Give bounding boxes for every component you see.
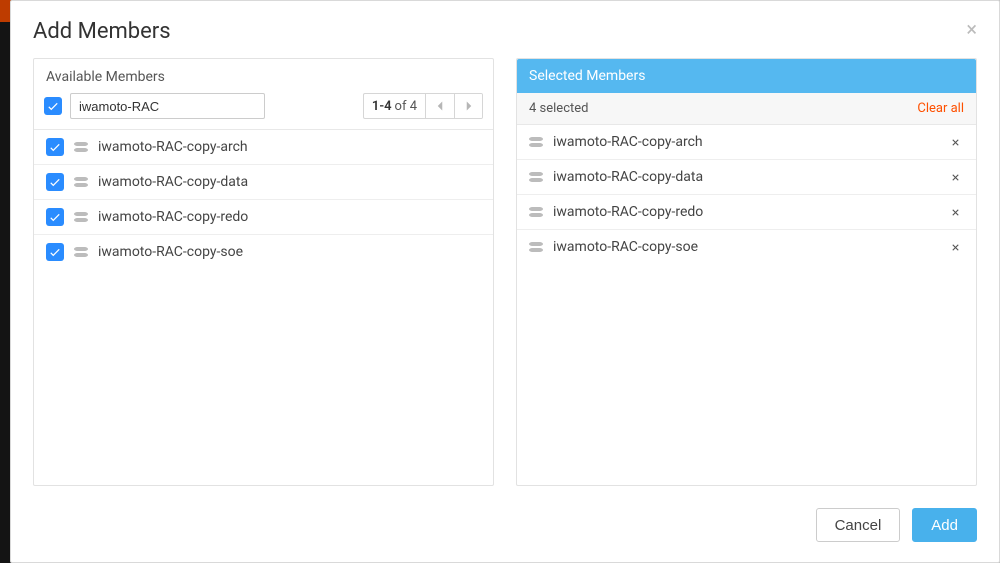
clear-all-link[interactable]: Clear all: [917, 101, 964, 116]
selected-members-panel: Selected Members 4 selected Clear all iw…: [516, 58, 977, 486]
pager-range: 1-4: [372, 99, 392, 114]
modal-body: Available Members 1-4 of 4: [11, 58, 999, 496]
available-row[interactable]: iwamoto-RAC-copy-arch: [34, 130, 493, 165]
remove-icon[interactable]: [946, 133, 964, 151]
selected-row: iwamoto-RAC-copy-arch: [517, 125, 976, 160]
available-members-header: Available Members: [34, 59, 493, 93]
pager-of: of 4: [395, 99, 417, 114]
available-row[interactable]: iwamoto-RAC-copy-soe: [34, 235, 493, 269]
volume-name: iwamoto-RAC-copy-arch: [553, 134, 703, 150]
selected-row: iwamoto-RAC-copy-soe: [517, 230, 976, 264]
volume-icon: [74, 142, 88, 152]
check-icon: [48, 140, 62, 154]
cancel-button[interactable]: Cancel: [816, 508, 901, 542]
chevron-right-icon: [465, 100, 473, 112]
remove-icon[interactable]: [946, 168, 964, 186]
check-icon: [46, 99, 60, 113]
volume-name: iwamoto-RAC-copy-data: [553, 169, 703, 185]
filter-input[interactable]: [70, 93, 265, 119]
volume-icon: [74, 212, 88, 222]
check-icon: [48, 245, 62, 259]
available-row[interactable]: iwamoto-RAC-copy-redo: [34, 200, 493, 235]
row-checkbox[interactable]: [46, 243, 64, 261]
add-button[interactable]: Add: [912, 508, 977, 542]
selected-row: iwamoto-RAC-copy-redo: [517, 195, 976, 230]
volume-icon: [529, 172, 543, 182]
pager-prev-button[interactable]: [426, 94, 454, 118]
selected-status-bar: 4 selected Clear all: [517, 93, 976, 125]
check-icon: [48, 175, 62, 189]
row-checkbox[interactable]: [46, 138, 64, 156]
volume-name: iwamoto-RAC-copy-arch: [98, 139, 248, 155]
volume-name: iwamoto-RAC-copy-soe: [553, 239, 698, 255]
row-checkbox[interactable]: [46, 208, 64, 226]
volume-name: iwamoto-RAC-copy-data: [98, 174, 248, 190]
volume-icon: [74, 247, 88, 257]
check-icon: [48, 210, 62, 224]
pager-count: 1-4 of 4: [364, 94, 426, 118]
select-all-checkbox[interactable]: [44, 97, 62, 115]
available-list: iwamoto-RAC-copy-arch iwamoto-RAC-copy-d…: [34, 130, 493, 485]
selected-members-header: Selected Members: [517, 59, 976, 93]
selected-count: 4 selected: [529, 101, 588, 116]
volume-icon: [529, 242, 543, 252]
volume-icon: [529, 207, 543, 217]
selected-row: iwamoto-RAC-copy-data: [517, 160, 976, 195]
row-checkbox[interactable]: [46, 173, 64, 191]
modal-footer: Cancel Add: [11, 496, 999, 562]
pager-next-button[interactable]: [454, 94, 482, 118]
available-members-panel: Available Members 1-4 of 4: [33, 58, 494, 486]
modal-header: Add Members ×: [11, 1, 999, 58]
close-icon[interactable]: ×: [966, 19, 977, 39]
available-row[interactable]: iwamoto-RAC-copy-data: [34, 165, 493, 200]
volume-name: iwamoto-RAC-copy-redo: [553, 204, 703, 220]
modal-title: Add Members: [33, 19, 171, 44]
remove-icon[interactable]: [946, 203, 964, 221]
volume-icon: [74, 177, 88, 187]
pager: 1-4 of 4: [363, 93, 483, 119]
volume-name: iwamoto-RAC-copy-soe: [98, 244, 243, 260]
add-members-modal: Add Members × Available Members 1-4 of 4: [10, 0, 1000, 563]
available-filter-row: 1-4 of 4: [34, 93, 493, 130]
selected-list: iwamoto-RAC-copy-arch iwamoto-RAC-copy-d…: [517, 125, 976, 485]
volume-icon: [529, 137, 543, 147]
volume-name: iwamoto-RAC-copy-redo: [98, 209, 248, 225]
chevron-left-icon: [436, 100, 444, 112]
remove-icon[interactable]: [946, 238, 964, 256]
